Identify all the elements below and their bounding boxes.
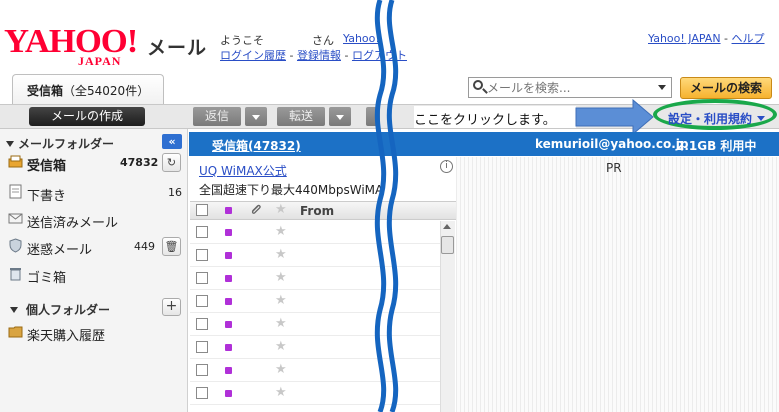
sidebar-item-rakuten[interactable]: 楽天購入履歴 [0,320,188,346]
forward-options-dropdown[interactable] [329,107,351,126]
welcome-text: ようこそ [220,34,264,47]
san-text: さん [312,34,334,47]
sidebar-item-sent[interactable]: 送信済みメール [0,207,188,233]
label-color-icon [225,229,232,236]
yahoo-logo[interactable]: YAHOO! JAPAN [4,24,140,72]
select-all-checkbox[interactable] [196,204,208,216]
separator: - [289,49,294,62]
label-color-icon [225,321,232,328]
storage-usage: 2.1GB 利用中 [676,139,757,153]
reply-button[interactable]: 返信 [193,107,241,126]
from-column-header[interactable]: From [300,204,334,218]
search-input[interactable] [487,79,653,96]
row-checkbox[interactable] [196,318,208,330]
personal-folders-header[interactable]: 個人フォルダー [0,296,188,320]
registration-link[interactable]: 登録情報 [297,49,341,62]
service-title: メール [147,37,208,59]
star-icon[interactable]: ★ [275,294,287,307]
tab-inbox-count: （全54020件） [63,84,150,98]
settings-terms-menu[interactable]: 設定・利用規約 [668,110,765,127]
drafts-count: 16 [168,186,182,199]
star-header-icon[interactable]: ★ [275,203,287,216]
inbox-count: 47832 [120,156,159,169]
info-icon[interactable]: i [440,160,453,173]
scroll-up-arrow-icon[interactable] [443,224,451,229]
star-icon[interactable]: ★ [275,340,287,353]
pr-label: PR [606,161,622,175]
sidebar-item-inbox[interactable]: 受信箱 47832 ↻ [0,150,188,176]
help-link[interactable]: ヘルプ [732,32,765,45]
star-icon[interactable]: ★ [275,271,287,284]
folder-icon [8,326,23,338]
wavy-divider-graphic [374,0,399,412]
row-checkbox[interactable] [196,341,208,353]
global-links: Yahoo! JAPAN - ヘルプ [648,30,765,46]
sidebar-item-spam[interactable]: 迷惑メール 449 🗑 [0,234,188,260]
collapse-sidebar-button[interactable]: « [162,134,182,149]
star-icon[interactable]: ★ [275,317,287,330]
row-checkbox[interactable] [196,249,208,261]
row-checkbox[interactable] [196,226,208,238]
sidebar-item-label: 受信箱 [27,159,67,174]
scrollbar-thumb[interactable] [441,236,454,254]
separator: - [724,32,729,45]
sidebar-item-label: 下書き [27,189,67,204]
login-history-link[interactable]: ログイン履歴 [220,49,286,62]
reply-options-dropdown[interactable] [245,107,267,126]
chevron-down-icon[interactable] [658,85,666,90]
label-color-icon [225,344,232,351]
row-checkbox[interactable] [196,364,208,376]
tab-inbox[interactable]: 受信箱（全54020件） [12,74,164,104]
label-color-icon [225,298,232,305]
star-icon[interactable]: ★ [275,363,287,376]
search-box[interactable] [468,77,672,98]
row-checkbox[interactable] [196,387,208,399]
tab-inbox-label: 受信箱 [27,84,64,98]
label-header-icon [225,207,232,214]
forward-button[interactable]: 転送 [277,107,325,126]
collapse-triangle-icon [6,141,14,147]
pr-ad-panel [456,157,779,412]
sidebar-item-label: 迷惑メール [27,243,93,258]
label-color-icon [225,390,232,397]
mail-search-button[interactable]: メールの検索 [680,77,772,99]
shield-icon [9,238,22,253]
search-icon [473,80,483,90]
mail-folders-label: メールフォルダー [18,137,115,151]
logo-subtext: JAPAN [78,54,122,68]
trash-icon [10,268,21,281]
compose-button[interactable]: メールの作成 [29,107,145,126]
ad-link[interactable]: UQ WiMAX公式 [199,162,287,179]
sidebar-item-label: 送信済みメール [27,216,119,231]
star-icon[interactable]: ★ [275,386,287,399]
sidebar-item-label: 楽天購入履歴 [27,329,106,344]
account-email: kemurioil@yahoo.co.jp [535,137,689,151]
draft-icon [9,184,22,199]
yahoo-japan-link[interactable]: Yahoo! JAPAN [648,32,721,45]
collapse-triangle-icon [10,307,18,313]
label-color-icon [225,367,232,374]
label-color-icon [225,252,232,259]
star-icon[interactable]: ★ [275,225,287,238]
inbox-icon [8,155,23,168]
mailbox-title[interactable]: 受信箱(47832) [212,137,301,154]
add-folder-button[interactable]: + [162,298,181,316]
pointer-arrow-icon [575,99,654,135]
sidebar-item-label: ゴミ箱 [27,271,67,286]
attachment-icon[interactable] [249,203,263,217]
ad-text[interactable]: 全国超速下り最大440MbpsWiMAXの [199,181,384,198]
sent-icon [8,213,23,224]
sidebar-item-trash[interactable]: ゴミ箱 [0,262,188,288]
star-icon[interactable]: ★ [275,248,287,261]
row-checkbox[interactable] [196,295,208,307]
refresh-icon[interactable]: ↻ [162,153,181,172]
empty-spam-trash-icon[interactable]: 🗑 [162,237,181,256]
sidebar-item-drafts[interactable]: 下書き 16 [0,180,188,206]
spam-count: 449 [134,240,155,253]
personal-folders-label: 個人フォルダー [26,303,111,317]
row-checkbox[interactable] [196,272,208,284]
label-color-icon [225,275,232,282]
separator: - [344,49,349,62]
instruction-callout: ここをクリックします。 [414,106,576,128]
